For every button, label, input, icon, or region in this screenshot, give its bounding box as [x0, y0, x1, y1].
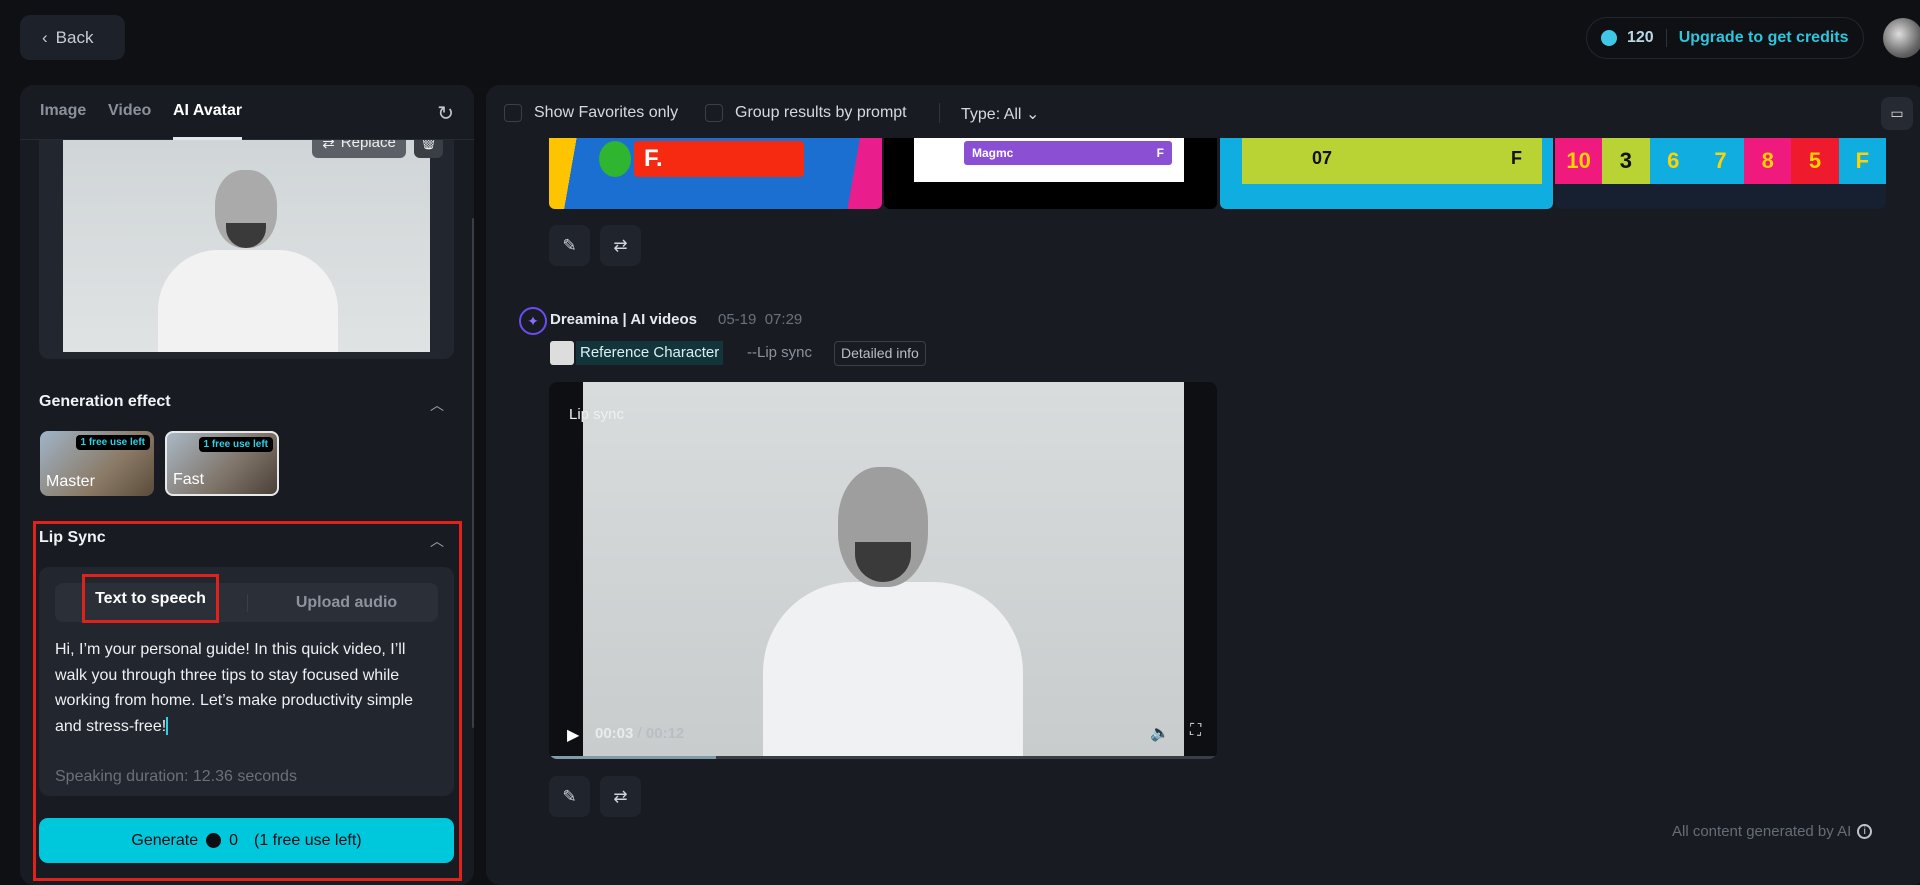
mode-tabs: Image Video AI Avatar ↻	[20, 85, 474, 140]
result-image[interactable]: 10 3 6 7 8 5 F	[1555, 138, 1886, 209]
regenerate-button[interactable]: ⇄	[600, 776, 641, 817]
reference-photo	[63, 125, 430, 352]
reference-image-card	[39, 125, 454, 359]
favorites-label[interactable]: Show Favorites only	[534, 104, 678, 122]
video-label: Lip sync	[569, 406, 625, 423]
detailed-info-button[interactable]: Detailed info	[834, 341, 926, 366]
highlight-box	[33, 521, 462, 881]
play-icon[interactable]: ▶	[567, 725, 579, 745]
strip-number: 5	[1791, 138, 1839, 184]
repeat-icon: ⇄	[613, 786, 628, 806]
favorites-checkbox[interactable]	[504, 104, 522, 122]
chevron-down-icon: ⌄	[1025, 106, 1040, 123]
result-image[interactable]: Magmc F	[884, 138, 1217, 209]
chevron-up-icon[interactable]: ︿	[430, 395, 444, 415]
strip-number: 10	[1555, 138, 1603, 184]
repeat-icon: ⇄	[613, 235, 628, 255]
video-player[interactable]: Lip sync ▶ 00:03 / 00:12 🔈 ⛶	[549, 382, 1217, 759]
message-timestamp: 05-19 07:29	[718, 311, 803, 328]
strip-number: F	[1838, 138, 1886, 184]
upgrade-link[interactable]: Upgrade to get credits	[1679, 29, 1849, 47]
ai-disclaimer: All content generated by AI i	[1672, 823, 1873, 840]
regenerate-button[interactable]: ⇄	[600, 225, 641, 266]
reference-character-chip[interactable]: Reference Character	[576, 341, 724, 365]
result-image[interactable]: 07 F	[1220, 138, 1553, 209]
folder-icon[interactable]: ▭	[1881, 97, 1913, 130]
edit-button[interactable]: ✎	[549, 225, 590, 266]
pencil-icon: ✎	[562, 786, 577, 806]
volume-icon[interactable]: 🔈	[1150, 723, 1170, 743]
message-author: Dreamina | AI videos	[550, 311, 698, 328]
reset-icon[interactable]: ↻	[437, 101, 454, 126]
video-frame	[583, 382, 1184, 757]
reference-thumbnail	[550, 341, 574, 365]
chevron-left-icon: ‹	[42, 27, 48, 47]
dreamina-logo-icon: ✦	[519, 307, 547, 335]
tab-video[interactable]: Video	[108, 102, 151, 120]
video-time: 00:03 / 00:12	[595, 725, 685, 742]
strip-number: 3	[1602, 138, 1650, 184]
video-progress-track[interactable]	[549, 756, 1217, 759]
results-panel: Show Favorites only Group results by pro…	[486, 85, 1920, 885]
type-filter-dropdown[interactable]: Type: All ⌄	[961, 104, 1039, 124]
video-progress-fill	[549, 756, 716, 759]
scrollbar[interactable]	[472, 218, 474, 728]
fullscreen-icon[interactable]: ⛶	[1190, 722, 1201, 740]
group-checkbox[interactable]	[705, 104, 723, 122]
credit-coin-icon	[1601, 30, 1617, 46]
effect-option-master[interactable]: 1 free use left Master	[40, 431, 154, 496]
pencil-icon: ✎	[562, 235, 577, 255]
user-avatar[interactable]	[1883, 18, 1920, 58]
strip-number: 6	[1649, 138, 1697, 184]
tab-ai-avatar[interactable]: AI Avatar	[173, 102, 243, 140]
info-icon[interactable]: i	[1857, 824, 1873, 839]
strip-number: 8	[1744, 138, 1792, 184]
mode-label: --Lip sync	[747, 344, 813, 361]
back-button[interactable]: ‹ Back	[20, 15, 125, 60]
tab-image[interactable]: Image	[40, 102, 86, 120]
result-image[interactable]: F.	[549, 138, 882, 209]
group-label[interactable]: Group results by prompt	[735, 104, 907, 122]
credits-count: 120	[1627, 29, 1654, 46]
effect-option-fast[interactable]: 1 free use left Fast	[165, 431, 279, 496]
strip-number: 7	[1696, 138, 1745, 184]
generation-effect-title: Generation effect	[39, 393, 171, 410]
edit-button[interactable]: ✎	[549, 776, 590, 817]
credits-pill[interactable]: 120 Upgrade to get credits	[1586, 17, 1864, 59]
